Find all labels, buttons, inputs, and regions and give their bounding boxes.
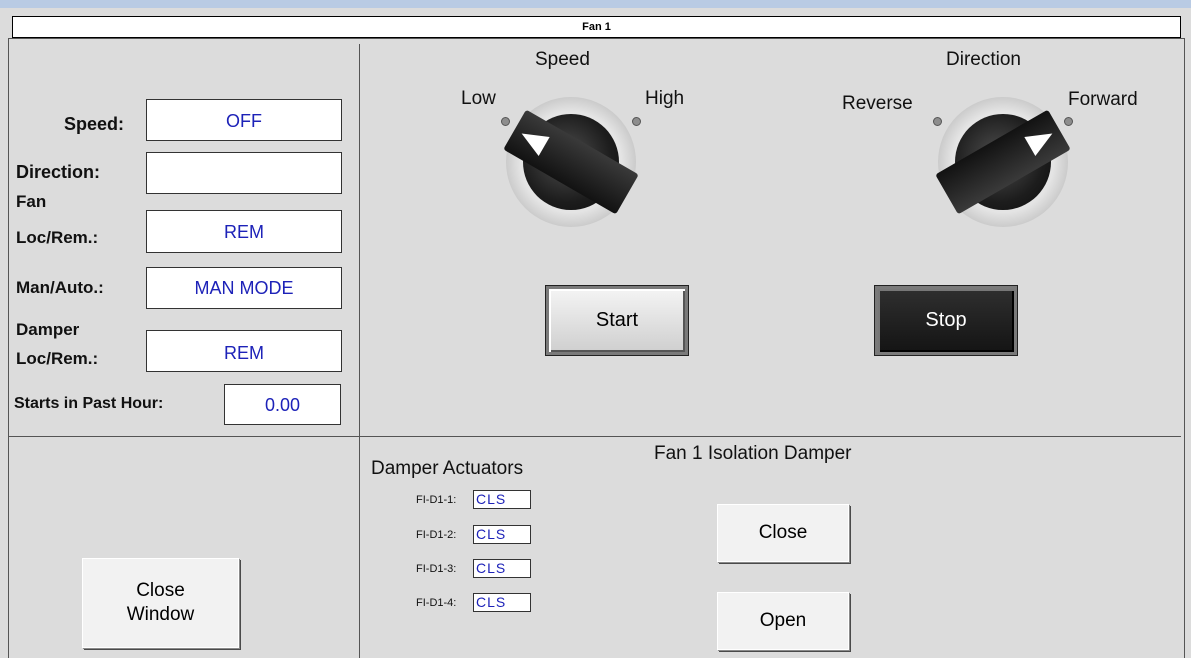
speed-knob-handle — [503, 109, 639, 215]
start-button[interactable]: Start — [546, 286, 688, 355]
direction-selector-knob-icon[interactable] — [935, 97, 1071, 227]
close-window-label-line1: Close — [136, 580, 185, 601]
fan-locrem-label-line2: Loc/Rem.: — [16, 228, 99, 247]
speed-high-label: High — [645, 88, 685, 109]
direction-knob-handle — [935, 109, 1071, 215]
direction-forward-label: Forward — [1068, 89, 1138, 110]
panel-divider-horizontal — [8, 436, 1181, 437]
speed-selector-title: Speed — [535, 49, 590, 70]
window-title: Fan 1 — [12, 16, 1181, 38]
damper-actuators-title: Damper Actuators — [371, 458, 524, 479]
actuator-4-value: CLS — [473, 593, 531, 612]
manauto-label: Man/Auto.: — [16, 278, 104, 297]
speed-value: OFF — [146, 99, 342, 141]
actuator-2-value: CLS — [473, 525, 531, 544]
window-top-strip — [0, 0, 1191, 8]
damper-section-title: Fan 1 Isolation Damper — [654, 443, 852, 464]
damper-close-button[interactable]: Close — [717, 504, 849, 562]
speed-high-indicator-dot-icon — [632, 117, 641, 126]
stop-button[interactable]: Stop — [875, 286, 1017, 355]
direction-reverse-indicator-dot-icon — [933, 117, 942, 126]
direction-knob-arrow-icon — [1024, 123, 1058, 157]
panel-divider-vertical — [359, 44, 360, 658]
actuator-2-label: FI-D1-2: — [416, 529, 457, 541]
actuator-1-value: CLS — [473, 490, 531, 509]
fan-locrem-value: REM — [146, 210, 342, 253]
fan-locrem-label-line1: Fan — [16, 192, 47, 211]
direction-label: Direction: — [16, 162, 101, 182]
starts-label: Starts in Past Hour: — [14, 395, 164, 412]
direction-reverse-label: Reverse — [842, 93, 913, 114]
speed-low-label: Low — [461, 88, 496, 109]
speed-knob-arrow-icon — [516, 123, 550, 157]
speed-low-indicator-dot-icon — [501, 117, 510, 126]
actuator-4-label: FI-D1-4: — [416, 597, 457, 609]
speed-selector-knob-icon[interactable] — [503, 97, 639, 227]
damper-open-button[interactable]: Open — [717, 592, 849, 650]
manauto-value: MAN MODE — [146, 267, 342, 309]
damper-locrem-value: REM — [146, 330, 342, 372]
damper-locrem-label-line2: Loc/Rem.: — [16, 349, 99, 368]
speed-label: Speed: — [64, 114, 125, 134]
direction-selector-title: Direction — [946, 49, 1021, 70]
direction-value — [146, 152, 342, 194]
actuator-1-label: FI-D1-1: — [416, 494, 457, 506]
actuator-3-label: FI-D1-3: — [416, 563, 457, 575]
direction-forward-indicator-dot-icon — [1064, 117, 1073, 126]
close-window-button[interactable]: Close Window — [82, 558, 239, 648]
close-window-label-line2: Window — [126, 604, 195, 625]
damper-locrem-label-line1: Damper — [16, 320, 80, 339]
starts-value: 0.00 — [224, 384, 341, 425]
actuator-3-value: CLS — [473, 559, 531, 578]
